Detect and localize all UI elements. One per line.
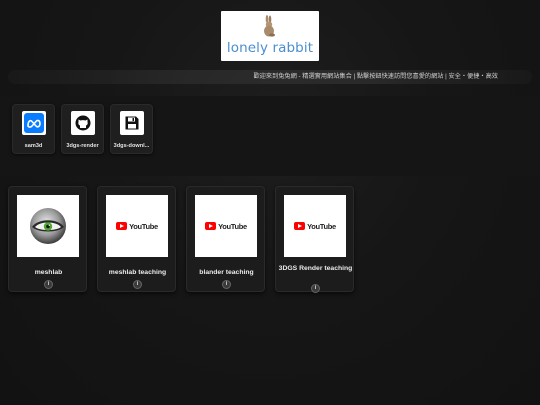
meta-icon [22,111,46,135]
shortcut-sam3d[interactable]: sam3d [12,104,55,154]
ticker-text: 歡迎來到兔兔網 - 精選實用網站集合 | 點擊按鈕快速訪問您喜愛的網站 | 安全… [253,73,498,80]
floppy-disk-icon [120,111,144,135]
shortcut-3dgs-render[interactable]: 3dgs-render [61,104,104,154]
info-icon[interactable]: i [44,280,53,289]
site-logo[interactable]: lonely rabbit [221,11,319,61]
card-label: 3DGS Render teaching [278,265,353,272]
shortcut-label: 3dgs-downl... [113,143,150,149]
card-3dgs-render-teaching[interactable]: YouTube 3DGS Render teaching i [275,186,354,293]
logo-text: lonely rabbit [226,39,314,56]
youtube-play-icon [205,222,217,230]
card-meshlab-teaching[interactable]: YouTube meshlab teaching i [97,186,176,292]
card-label: meshlab teaching [108,269,167,276]
youtube-logo: YouTube [284,195,346,257]
youtube-wordmark: YouTube [218,221,247,231]
shortcut-3dgs-download[interactable]: 3dgs-downl... [110,104,153,154]
youtube-wordmark: YouTube [129,221,158,231]
youtube-logo: YouTube [106,195,168,257]
card-meshlab[interactable]: meshlab i [8,186,87,292]
info-icon[interactable]: i [222,280,231,289]
card-label: meshlab [34,269,63,276]
info-icon[interactable]: i [311,284,320,293]
github-icon [71,111,95,135]
youtube-play-icon [116,222,128,230]
shortcut-label: 3dgs-render [66,143,99,149]
youtube-wordmark: YouTube [307,221,336,231]
card-blander-teaching[interactable]: YouTube blander teaching i [186,186,265,292]
card-label: blander teaching [199,269,254,276]
youtube-play-icon [294,222,306,230]
meshlab-eye-icon [17,195,79,257]
info-icon[interactable]: i [133,280,142,289]
youtube-logo: YouTube [195,195,257,257]
rabbit-icon [264,15,275,37]
shortcut-label: sam3d [24,143,43,149]
announcement-ticker: 歡迎來到兔兔網 - 精選實用網站集合 | 點擊按鈕快速訪問您喜愛的網站 | 安全… [8,70,532,84]
